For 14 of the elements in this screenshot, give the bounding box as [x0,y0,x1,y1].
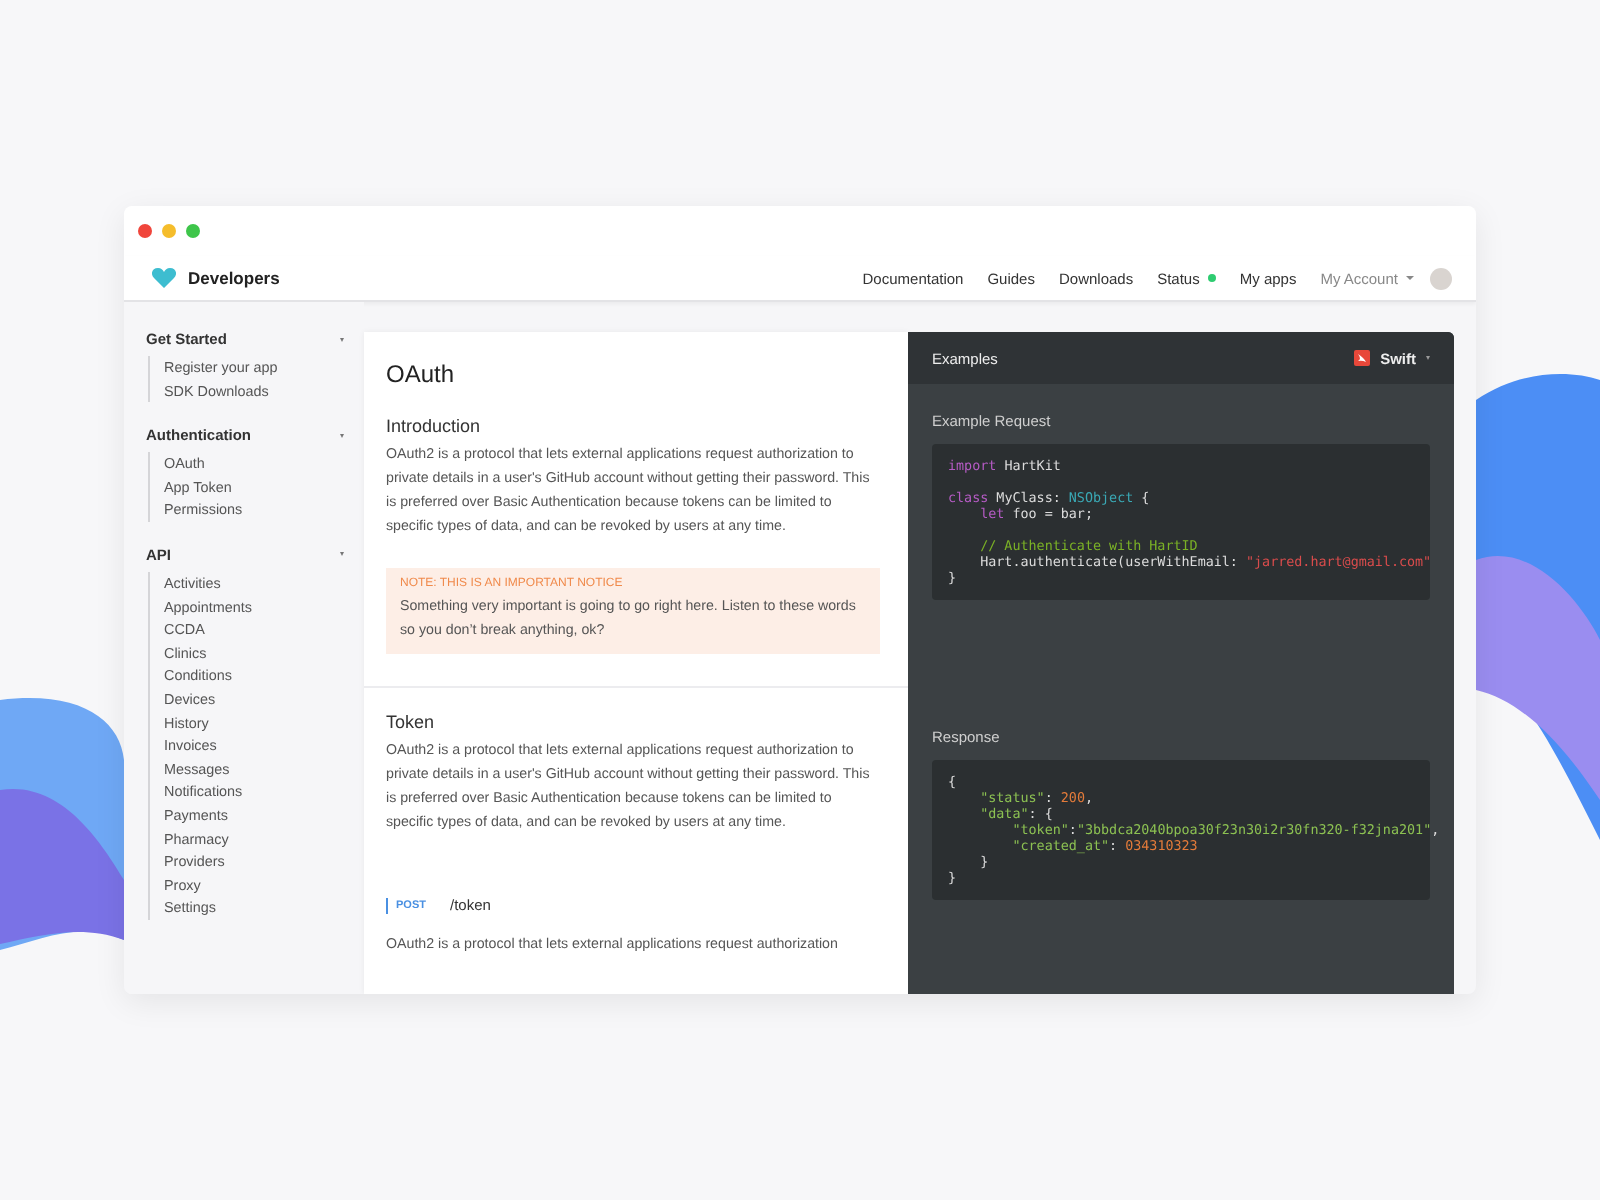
section-heading: Introduction [386,416,483,436]
close-icon[interactable] [138,224,152,238]
page-title: OAuth [386,360,457,388]
status-dot-icon [1207,274,1216,282]
maximize-icon[interactable] [186,224,200,238]
swift-logo-icon [1354,350,1371,366]
caret-icon[interactable] [340,337,344,341]
caret-icon [1426,356,1430,360]
caret-icon[interactable] [340,433,344,438]
caret-icon[interactable] [340,552,344,557]
heart-icon [152,268,176,288]
caret-icon [1406,276,1414,280]
section-heading: Token [386,712,437,732]
brand-name: Developers [188,268,280,288]
